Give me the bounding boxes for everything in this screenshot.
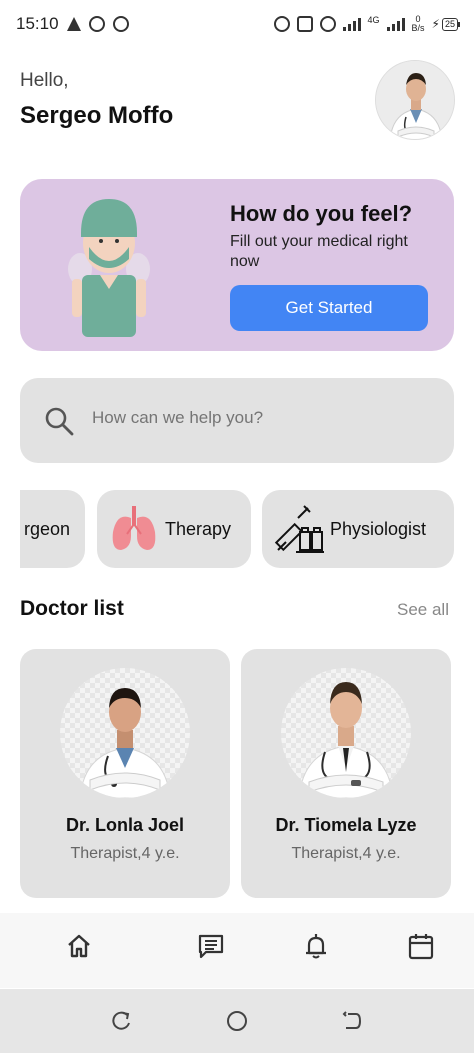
calendar-icon[interactable] — [406, 931, 436, 961]
user-avatar-image — [376, 61, 454, 139]
status-bar: 15:10 4G 0 B/s ⚡ 25 — [0, 0, 474, 48]
doctor-name: Dr. Tiomela Lyze — [275, 815, 417, 835]
nurse-illustration — [68, 199, 150, 337]
doctor-role: Therapist,4 y.e. — [70, 845, 180, 862]
status-time: 15:10 — [16, 14, 59, 33]
user-avatar[interactable] — [375, 60, 455, 140]
see-all-link[interactable]: See all — [397, 600, 449, 620]
category-label: Therapy — [165, 518, 232, 539]
bottom-nav — [0, 913, 474, 988]
hero-subtitle: Fill out your medical right now — [230, 233, 408, 270]
net-speed-unit: B/s — [411, 23, 425, 33]
alarm-icon — [273, 16, 290, 32]
recent-apps-icon[interactable] — [109, 1009, 133, 1033]
feel-check-card: How do you feel? Fill out your medical r… — [20, 179, 454, 351]
category-physiologist[interactable]: Physiologist — [262, 490, 454, 568]
flask-icon — [66, 17, 81, 31]
doctor-photo — [281, 668, 411, 798]
home-circle-icon[interactable] — [225, 1009, 249, 1033]
search-bar[interactable] — [20, 378, 454, 463]
doctor-role: Therapist,4 y.e. — [291, 845, 401, 862]
no-disturb-icon — [112, 16, 129, 32]
greeting: Hello, — [20, 70, 69, 91]
user-name: Sergeo Moffo — [20, 102, 174, 129]
doctor-card[interactable]: Dr. Lonla Joel Therapist,4 y.e. — [20, 649, 230, 898]
chat-icon[interactable] — [196, 931, 226, 961]
lungs-icon — [112, 506, 156, 550]
charging-bolt-icon: ⚡ — [431, 17, 440, 31]
doctor-photo — [60, 668, 190, 798]
category-therapy[interactable]: Therapy — [97, 490, 251, 568]
doctor-name: Dr. Lonla Joel — [65, 815, 185, 835]
category-surgeon[interactable]: rgeon — [20, 490, 85, 568]
battery-icon: ⚡ 25 — [432, 17, 460, 31]
system-nav-bar — [0, 989, 474, 1053]
doctor-list-title: Doctor list — [20, 597, 124, 620]
category-label: rgeon — [24, 518, 71, 539]
signal-2-icon — [386, 17, 405, 31]
network-type: 4G — [367, 15, 380, 25]
back-icon[interactable] — [340, 1009, 364, 1033]
search-input[interactable] — [92, 408, 432, 428]
hero-title: How do you feel? — [230, 201, 413, 226]
syringe-vials-icon — [274, 505, 324, 553]
doctor-card[interactable]: Dr. Tiomela Lyze Therapist,4 y.e. — [241, 649, 451, 898]
category-label: Physiologist — [330, 518, 427, 539]
home-icon[interactable] — [64, 931, 94, 961]
net-speed: 0 B/s — [412, 15, 425, 33]
get-started-button[interactable]: Get Started — [230, 285, 428, 331]
bell-icon[interactable] — [301, 931, 331, 961]
signal-icon — [342, 17, 361, 31]
hotspot-icon — [319, 16, 336, 32]
category-list: rgeon Therapy Physiologist — [20, 490, 474, 568]
battery-level: 25 — [441, 17, 458, 31]
b-badge-icon — [88, 16, 105, 32]
search-icon — [45, 407, 74, 436]
mute-icon — [296, 16, 313, 32]
